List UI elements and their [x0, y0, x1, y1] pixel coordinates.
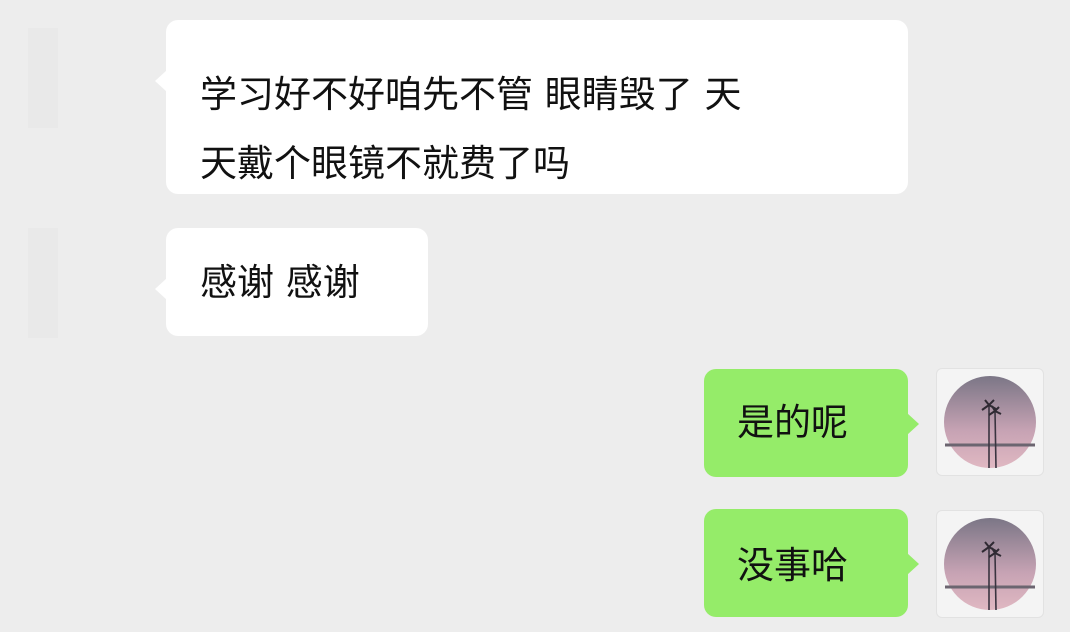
message-text-line: 学习好不好咱先不管 眼睛毁了 天	[200, 73, 742, 116]
message-text-line: 感谢 感谢	[200, 261, 360, 304]
outgoing-message-bubble[interactable]: 是的呢	[704, 369, 919, 477]
message-text: 没事哈	[737, 544, 848, 587]
outgoing-message-bubble[interactable]: 没事哈	[704, 509, 919, 617]
incoming-message-bubble[interactable]: 感谢 感谢	[155, 228, 428, 336]
contact-avatar-placeholder	[28, 228, 58, 338]
message-text-line: 天戴个眼镜不就费了吗	[200, 142, 570, 185]
palm-tree-sunset-avatar-icon[interactable]	[936, 510, 1044, 618]
palm-tree-sunset-avatar-icon[interactable]	[936, 368, 1044, 476]
message-text: 是的呢	[737, 401, 848, 444]
incoming-message-bubble[interactable]: 学习好不好咱先不管 眼睛毁了 天 天戴个眼镜不就费了吗	[155, 20, 908, 194]
contact-avatar-placeholder	[28, 28, 58, 128]
